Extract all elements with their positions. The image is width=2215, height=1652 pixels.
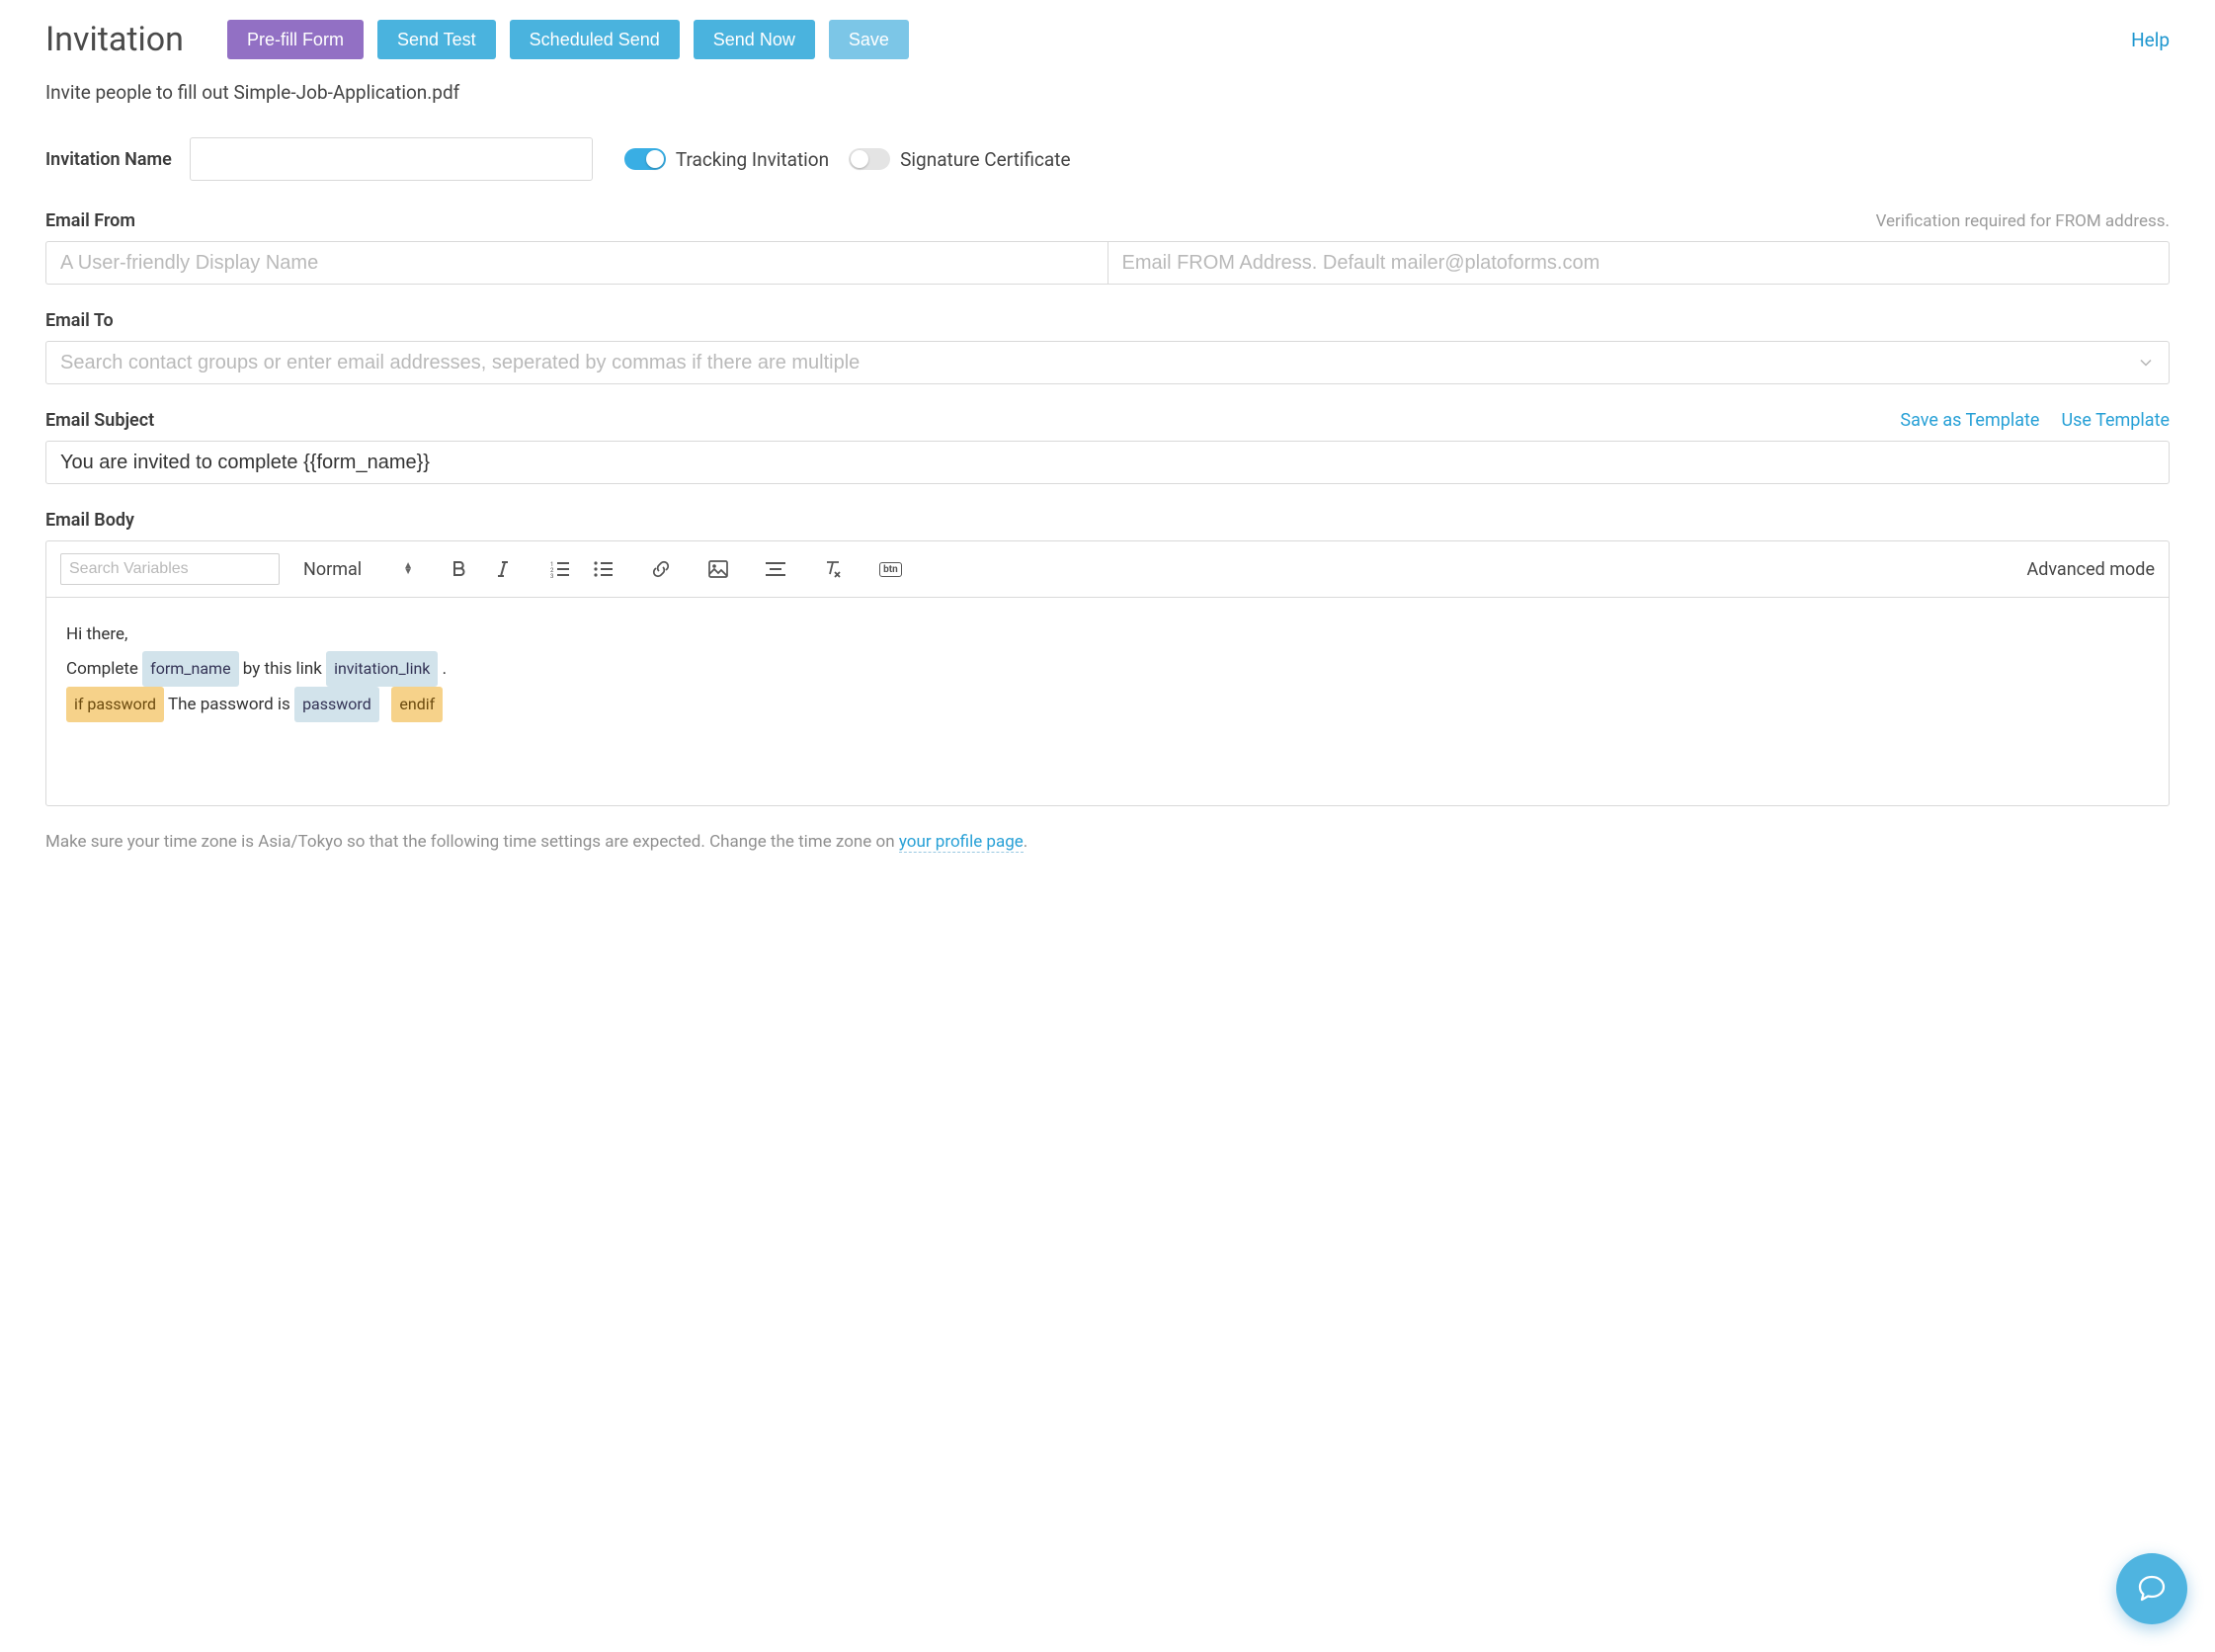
from-address-input[interactable] — [1108, 241, 2171, 285]
use-template-link[interactable]: Use Template — [2061, 410, 2170, 431]
help-link[interactable]: Help — [2131, 29, 2170, 51]
signature-certificate-label: Signature Certificate — [900, 148, 1070, 171]
email-from-note: Verification required for FROM address. — [1876, 211, 2170, 231]
signature-certificate-toggle[interactable] — [849, 148, 890, 170]
italic-icon[interactable] — [492, 558, 514, 580]
body-line-1: Hi there, — [66, 618, 2149, 651]
endif-pill[interactable]: endif — [391, 687, 443, 722]
from-display-name-input[interactable] — [45, 241, 1108, 285]
timezone-note: Make sure your time zone is Asia/Tokyo s… — [45, 832, 2170, 852]
search-variables-input[interactable] — [60, 553, 280, 585]
email-body-editor: Normal ▲▼ 123 btn — [45, 540, 2170, 806]
send-test-button[interactable]: Send Test — [377, 20, 496, 59]
email-body-label: Email Body — [45, 510, 134, 531]
if-password-pill[interactable]: if password — [66, 687, 164, 722]
link-icon[interactable] — [650, 558, 672, 580]
chat-icon — [2135, 1572, 2169, 1606]
body-text: Complete — [66, 659, 142, 679]
svg-text:3: 3 — [550, 573, 553, 578]
email-to-input[interactable] — [45, 341, 2170, 384]
format-arrows-icon: ▲▼ — [403, 563, 413, 575]
save-as-template-link[interactable]: Save as Template — [1900, 410, 2039, 431]
prefill-form-button[interactable]: Pre-fill Form — [227, 20, 364, 59]
align-icon[interactable] — [765, 558, 786, 580]
clear-format-icon[interactable] — [822, 558, 844, 580]
tracking-invitation-toggle[interactable] — [624, 148, 666, 170]
send-now-button[interactable]: Send Now — [694, 20, 815, 59]
password-variable-pill[interactable]: password — [294, 687, 379, 722]
email-to-label: Email To — [45, 310, 114, 331]
advanced-mode-toggle[interactable]: Advanced mode — [2026, 559, 2155, 580]
email-from-label: Email From — [45, 210, 135, 231]
unordered-list-icon[interactable] — [593, 558, 615, 580]
profile-page-link[interactable]: your profile page — [899, 832, 1024, 853]
formname-variable-pill[interactable]: form_name — [142, 651, 238, 687]
tracking-invitation-label: Tracking Invitation — [676, 148, 829, 171]
body-text: by this link — [243, 659, 326, 679]
save-button[interactable]: Save — [829, 20, 909, 59]
scheduled-send-button[interactable]: Scheduled Send — [510, 20, 680, 59]
email-subject-label: Email Subject — [45, 410, 154, 431]
insert-button-icon[interactable]: btn — [879, 562, 902, 577]
invitation-name-input[interactable] — [190, 137, 593, 181]
email-subject-input[interactable] — [45, 441, 2170, 484]
format-select[interactable]: Normal — [303, 559, 362, 580]
page-title: Invitation — [45, 20, 184, 59]
image-icon[interactable] — [707, 558, 729, 580]
invitation-name-label: Invitation Name — [45, 149, 172, 170]
body-text: . — [443, 659, 447, 679]
chat-help-button[interactable] — [2116, 1553, 2187, 1624]
subtitle-text: Invite people to fill out Simple-Job-App… — [45, 81, 2170, 104]
email-body-content[interactable]: Hi there, Complete form_name by this lin… — [46, 598, 2169, 805]
invitationlink-variable-pill[interactable]: invitation_link — [326, 651, 438, 687]
bold-icon[interactable] — [449, 558, 470, 580]
ordered-list-icon[interactable]: 123 — [549, 558, 571, 580]
body-text: The password is — [168, 695, 294, 714]
